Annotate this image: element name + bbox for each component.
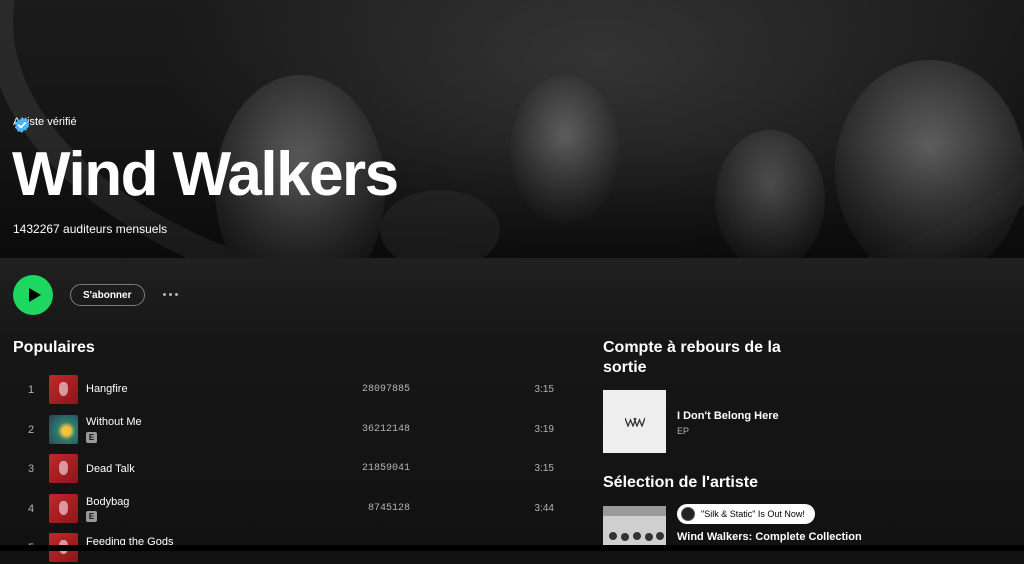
follow-button[interactable]: S'abonner (70, 284, 145, 306)
release-title[interactable]: I Don't Belong Here (677, 410, 779, 422)
track-duration: 3:15 (534, 463, 554, 474)
track-title[interactable]: Bodybag (86, 496, 129, 508)
track-number: 4 (27, 503, 35, 515)
track-cover (49, 454, 78, 483)
track-row[interactable]: 2 Without Me E 36212148 3:19 (0, 410, 580, 446)
artist-content: S'abonner Populaires 1 Hangfire 28097885… (0, 258, 1024, 562)
track-row[interactable]: 3 Dead Talk 21859041 3:15 (0, 450, 580, 486)
verified-badge-icon (14, 117, 30, 133)
artist-pick-message-text: "Silk & Static" Is Out Now! (701, 509, 805, 519)
track-duration: 3:15 (534, 384, 554, 395)
band-photo (603, 506, 666, 546)
bottom-bar (0, 545, 1024, 551)
artist-header: Artiste vérifié Wind Walkers 1432267 aud… (0, 0, 1024, 258)
verified-artist-label: Artiste vérifié (13, 116, 77, 133)
upcoming-release-card[interactable]: I Don't Belong Here EP (603, 390, 883, 453)
ww-logo-icon (624, 417, 645, 427)
artist-pick-playlist-name[interactable]: Wind Walkers: Complete Collection (677, 531, 862, 543)
track-cover (49, 415, 78, 444)
track-plays: 21859041 (361, 463, 410, 474)
popular-section-title: Populaires (13, 339, 95, 356)
track-row[interactable]: 4 Bodybag E 8745128 3:44 (0, 489, 580, 525)
track-duration: 3:44 (534, 503, 554, 514)
track-number: 2 (27, 424, 35, 436)
artist-avatar (681, 507, 695, 521)
track-cover (49, 375, 78, 404)
release-cover (603, 390, 666, 453)
artist-pick-message: "Silk & Static" Is Out Now! (677, 504, 815, 524)
track-plays: 28097885 (361, 384, 410, 395)
track-plays: 8745128 (367, 503, 410, 514)
hero-shade (0, 0, 1024, 258)
artist-pick-section-title: Sélection de l'artiste (603, 474, 758, 491)
track-plays: 36212148 (361, 424, 410, 435)
play-icon (28, 288, 41, 302)
explicit-badge: E (86, 511, 97, 522)
artist-pick-cover (603, 506, 666, 546)
explicit-badge: E (86, 432, 97, 443)
track-title[interactable]: Without Me (86, 416, 142, 428)
track-title[interactable]: Dead Talk (86, 463, 135, 475)
play-button[interactable] (13, 275, 53, 315)
ellipsis-dot (174, 292, 178, 296)
more-options-button[interactable] (159, 286, 181, 302)
artist-name: Wind Walkers (12, 140, 399, 209)
countdown-section-title: Compte à rebours de la sortie (603, 339, 781, 376)
ellipsis-dot (168, 292, 172, 296)
track-row[interactable]: 1 Hangfire 28097885 3:15 (0, 370, 580, 406)
track-number: 1 (27, 384, 35, 396)
track-title[interactable]: Hangfire (86, 383, 128, 395)
track-duration: 3:19 (534, 424, 554, 435)
track-cover (49, 494, 78, 523)
release-type: EP (677, 426, 690, 436)
ellipsis-icon (162, 292, 166, 296)
monthly-listeners: 1432267 auditeurs mensuels (13, 222, 168, 236)
track-number: 3 (27, 463, 35, 475)
